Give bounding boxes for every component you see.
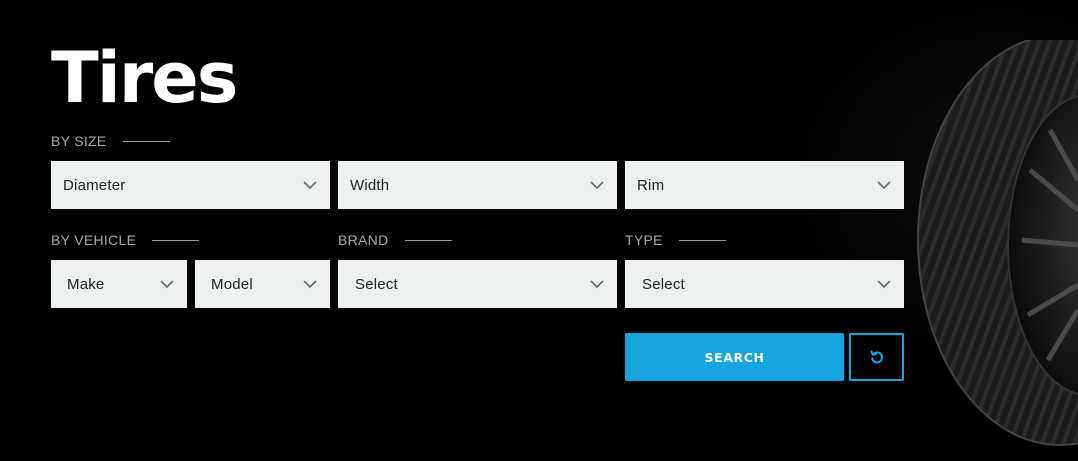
by-vehicle-label: BY VEHICLE (51, 232, 200, 248)
diameter-select[interactable]: Diameter (51, 161, 330, 209)
model-select-value: Model (211, 275, 253, 293)
divider (678, 239, 726, 241)
divider (152, 239, 200, 241)
chevron-down-icon (877, 280, 891, 289)
chevron-down-icon (160, 280, 174, 289)
rim-select-value: Rim (637, 176, 665, 194)
page-title: Tires (51, 37, 238, 119)
make-select[interactable]: Make (51, 260, 187, 308)
by-size-label: BY SIZE (51, 133, 170, 149)
by-size-label-text: BY SIZE (51, 133, 107, 149)
divider (122, 140, 170, 142)
chevron-down-icon (303, 280, 317, 289)
width-select-value: Width (350, 176, 390, 194)
make-select-value: Make (67, 275, 105, 293)
diameter-select-value: Diameter (63, 176, 126, 194)
by-vehicle-label-text: BY VEHICLE (51, 232, 137, 248)
chevron-down-icon (303, 181, 317, 190)
model-select[interactable]: Model (195, 260, 330, 308)
chevron-down-icon (590, 280, 604, 289)
divider (404, 239, 452, 241)
reset-button[interactable] (849, 333, 904, 381)
width-select[interactable]: Width (338, 161, 617, 209)
type-select-value: Select (642, 275, 685, 293)
type-label: TYPE (625, 232, 726, 248)
brand-select-value: Select (355, 275, 398, 293)
brand-select[interactable]: Select (338, 260, 617, 308)
chevron-down-icon (877, 181, 891, 190)
search-button[interactable]: SEARCH (625, 333, 844, 381)
refresh-icon (870, 350, 883, 364)
type-label-text: TYPE (625, 232, 663, 248)
brand-label-text: BRAND (338, 232, 389, 248)
type-select[interactable]: Select (625, 260, 904, 308)
brand-label: BRAND (338, 232, 452, 248)
chevron-down-icon (590, 181, 604, 190)
rim-select[interactable]: Rim (625, 161, 904, 209)
tire-image (910, 40, 1078, 461)
